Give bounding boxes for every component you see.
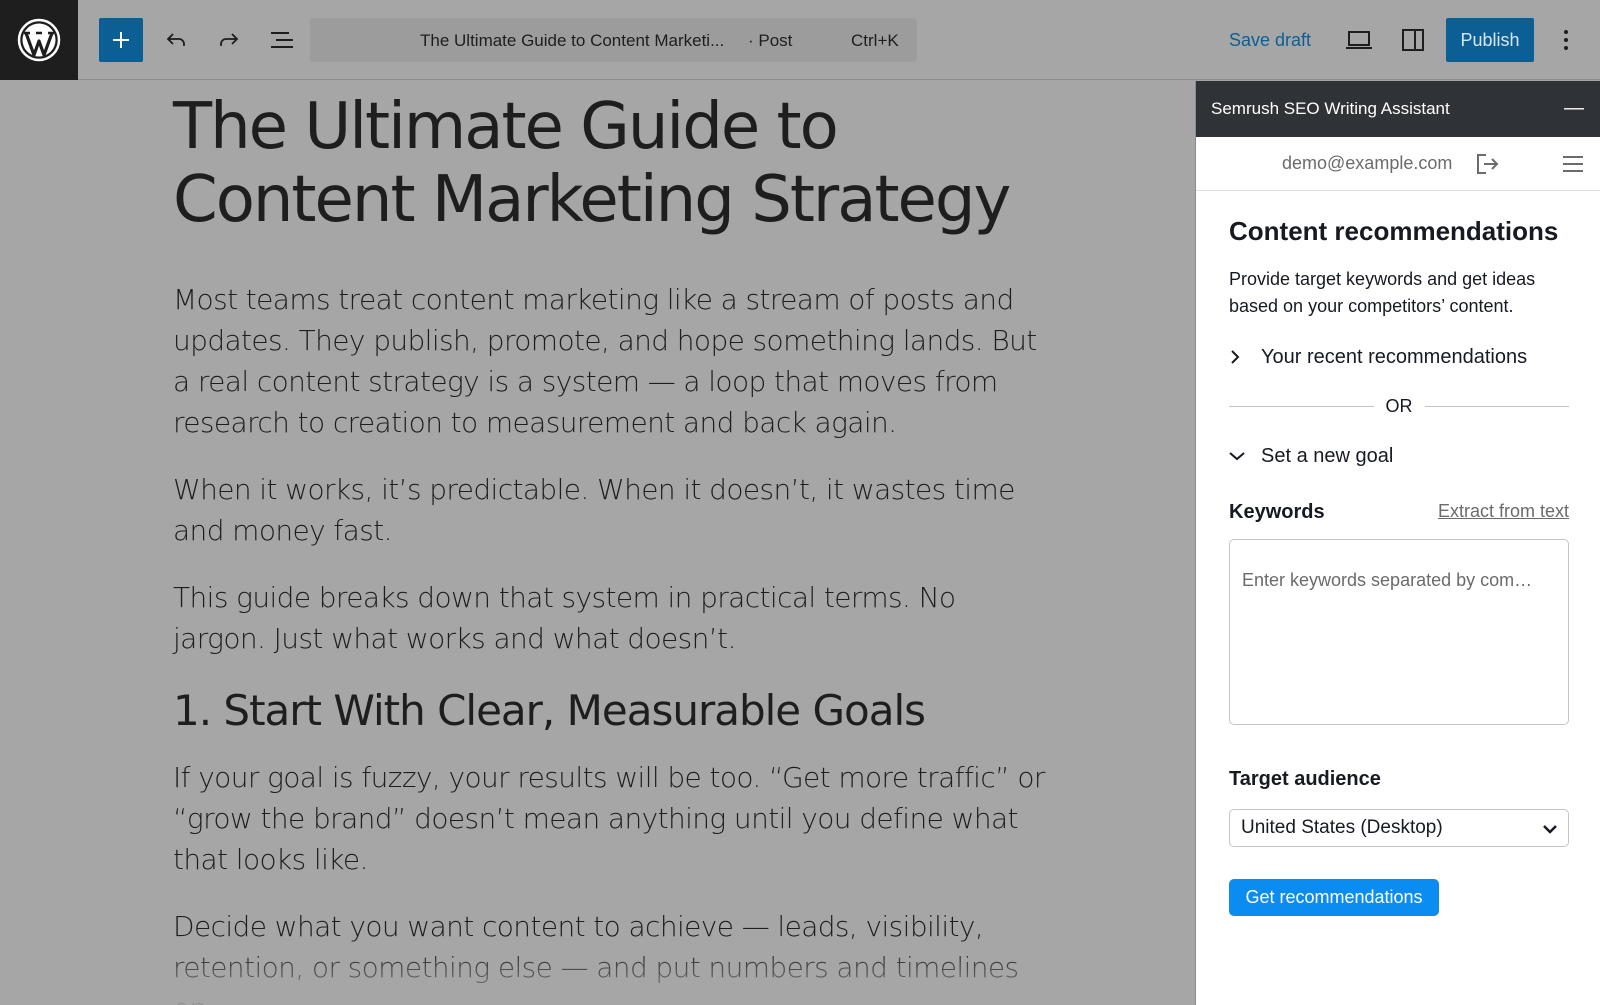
chevron-right-icon xyxy=(1229,350,1261,364)
get-recommendations-button[interactable]: Get recommendations xyxy=(1229,879,1439,916)
recent-recommendations-toggle[interactable]: Your recent recommendations xyxy=(1229,342,1569,372)
or-divider: OR xyxy=(1229,396,1569,417)
redo-button[interactable] xyxy=(207,18,251,62)
recent-recommendations-label: Your recent recommendations xyxy=(1261,345,1528,368)
chevron-down-icon xyxy=(1542,820,1558,842)
paragraph-block[interactable]: When it works, it’s predictable. When it… xyxy=(173,469,1053,551)
selected-audience: United States (Desktop) xyxy=(1241,817,1443,838)
preview-button[interactable] xyxy=(1337,18,1381,62)
post-type-label: · Post xyxy=(748,31,793,50)
redo-icon xyxy=(220,33,239,46)
account-row: demo@example.com xyxy=(1196,137,1600,191)
paragraph-block[interactable]: If your goal is fuzzy, your results will… xyxy=(173,757,1053,880)
settings-sidebar-button[interactable] xyxy=(1391,18,1435,62)
paragraph-block[interactable]: This guide breaks down that system in pr… xyxy=(173,577,1053,659)
undo-icon xyxy=(166,33,185,46)
paragraph-block[interactable]: Most teams treat content marketing like … xyxy=(173,279,1053,443)
undo-button[interactable] xyxy=(154,18,198,62)
shortcut-hint: Ctrl+K xyxy=(851,31,899,50)
editor-canvas[interactable]: The Ultimate Guide to Content Marketing … xyxy=(0,81,1194,1005)
plus-icon xyxy=(113,32,129,48)
publish-button[interactable]: Publish xyxy=(1446,18,1534,62)
panel-header: Semrush SEO Writing Assistant — xyxy=(1196,81,1600,137)
extract-from-text-link[interactable]: Extract from text xyxy=(1438,501,1569,522)
sidebar-toggle-icon xyxy=(1402,29,1424,51)
document-title: The Ultimate Guide to Content Marketi... xyxy=(420,31,725,50)
preview-icon xyxy=(1346,31,1372,49)
wordpress-logo-icon[interactable] xyxy=(0,0,78,80)
keywords-header: Keywords Extract from text xyxy=(1229,497,1569,529)
target-audience-select[interactable]: United States (Desktop) xyxy=(1229,809,1569,847)
target-audience-label: Target audience xyxy=(1229,768,1381,790)
semrush-panel: Semrush SEO Writing Assistant — demo@exa… xyxy=(1195,81,1600,1005)
save-draft-button[interactable]: Save draft xyxy=(1229,30,1311,51)
list-view-icon xyxy=(271,32,293,48)
paragraph-block[interactable]: Decide what you want content to achieve … xyxy=(173,906,1053,1005)
recommendations-form: Content recommendations Provide target k… xyxy=(1229,215,1569,916)
new-goal-label: Set a new goal xyxy=(1261,444,1394,467)
editor-toolbar: The Ultimate Guide to Content Marketi...… xyxy=(0,0,1600,80)
or-label: OR xyxy=(1385,396,1413,416)
new-goal-toggle[interactable]: Set a new goal xyxy=(1229,441,1569,471)
divider-line xyxy=(1229,406,1374,407)
post-title[interactable]: The Ultimate Guide to Content Marketing … xyxy=(173,91,1053,237)
logout-icon[interactable] xyxy=(1476,153,1500,180)
keywords-input[interactable] xyxy=(1229,539,1569,725)
options-button[interactable] xyxy=(1546,18,1586,62)
command-palette-button[interactable]: The Ultimate Guide to Content Marketi...… xyxy=(310,18,917,62)
document-overview-button[interactable] xyxy=(260,18,304,62)
account-email: demo@example.com xyxy=(1282,153,1453,173)
minimize-button[interactable]: — xyxy=(1564,97,1584,120)
hamburger-menu-icon[interactable] xyxy=(1562,155,1584,178)
section-title: Content recommendations xyxy=(1229,216,1559,246)
add-block-button[interactable] xyxy=(99,18,143,62)
post-content[interactable]: The Ultimate Guide to Content Marketing … xyxy=(173,91,1053,1005)
heading-block[interactable]: 1. Start With Clear, Measurable Goals xyxy=(173,685,1053,737)
divider-line xyxy=(1424,406,1569,407)
panel-title: Semrush SEO Writing Assistant xyxy=(1211,99,1450,118)
keywords-label: Keywords xyxy=(1229,501,1325,523)
chevron-down-icon xyxy=(1229,451,1261,461)
more-vertical-icon xyxy=(1564,30,1568,50)
section-description: Provide target keywords and get ideas ba… xyxy=(1229,269,1536,316)
